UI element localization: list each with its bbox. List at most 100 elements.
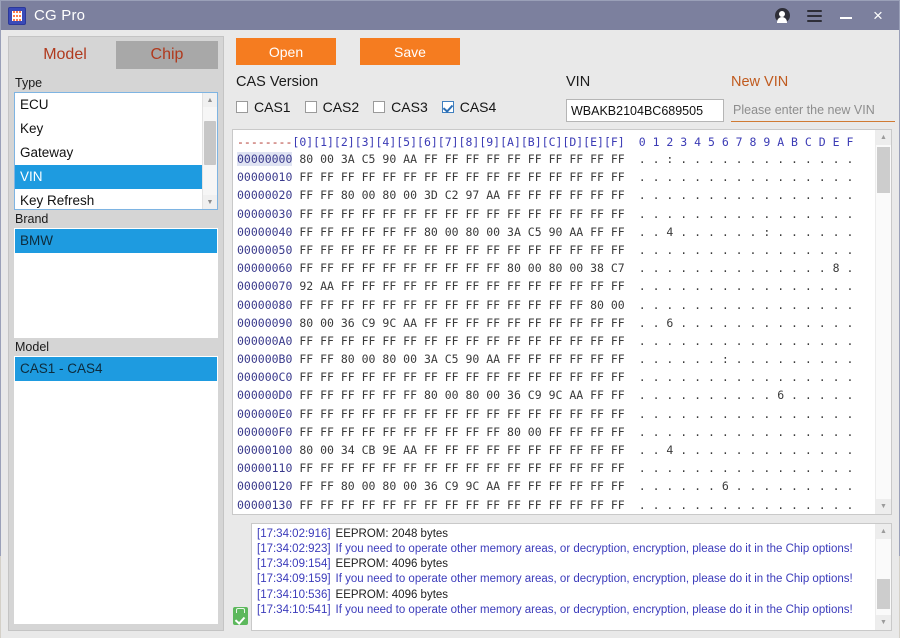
hex-row[interactable]: 00000090 80 00 36 C9 9C AA FF FF FF FF F… [237,314,625,332]
open-button[interactable]: Open [236,38,336,65]
scroll-track[interactable] [876,539,891,615]
hex-row[interactable]: 00000010 FF FF FF FF FF FF FF FF FF FF F… [237,168,625,186]
hex-offset: 000000B0 [237,352,292,366]
type-listbox[interactable]: ECU Key Gateway VIN Key Refresh ▲ ▼ [14,92,218,210]
ascii-row[interactable]: . . . . . . . . . . . . . . 8 . [639,259,854,277]
brand-listbox[interactable]: BMW [14,228,218,338]
ascii-column-header: 0 1 2 3 4 5 6 7 8 9 A B C D E F [639,134,854,150]
scroll-up-icon[interactable]: ▲ [203,93,217,107]
menu-button[interactable] [805,7,823,25]
ascii-row[interactable]: . . . . . . . . . . . . . . . . [639,205,854,223]
hex-offset: 00000080 [237,298,292,312]
hex-offset: 000000E0 [237,407,292,421]
ascii-row[interactable]: . . . . . . . . . . . . . . . . [639,496,854,514]
hex-row[interactable]: 00000130 FF FF FF FF FF FF FF FF FF FF F… [237,496,625,514]
scroll-up-icon[interactable]: ▲ [876,130,891,145]
ascii-row[interactable]: . . . . . . : . . . . . . . . . [639,350,854,368]
hex-scrollbar[interactable]: ▲ ▼ [875,130,891,514]
list-item[interactable]: Key Refresh [15,189,202,209]
hex-row[interactable]: 00000060 FF FF FF FF FF FF FF FF FF FF 8… [237,259,625,277]
ascii-row[interactable]: . . 4 . . . . . . . . . . . . . [639,441,854,459]
hex-row[interactable]: 00000080 FF FF FF FF FF FF FF FF FF FF F… [237,296,625,314]
hex-offset: 00000070 [237,279,292,293]
tab-chip[interactable]: Chip [116,41,218,69]
hex-offset: 000000F0 [237,425,292,439]
ascii-row[interactable]: . . . . . . . . . . . . . . . . [639,241,854,259]
checkbox-cas3[interactable]: CAS3 [373,99,428,115]
hex-row[interactable]: 00000020 FF FF 80 00 80 00 3D C2 97 AA F… [237,186,625,204]
scroll-down-icon[interactable]: ▼ [876,615,891,630]
log-panel[interactable]: [17:34:02:916]EEPROM: 2048 bytes[17:34:0… [251,523,892,631]
ascii-row[interactable]: . . . . . . . . . . . . . . . . [639,277,854,295]
scroll-up-icon[interactable]: ▲ [876,524,891,539]
scroll-track[interactable] [203,107,217,195]
ascii-row[interactable]: . . . . . . . . . . . . . . . . [639,459,854,477]
new-vin-input[interactable] [731,99,895,122]
scroll-thumb[interactable] [877,579,890,609]
hex-bytes: FF FF FF FF FF FF FF FF FF FF FF FF FF F… [292,498,624,512]
hex-offset: 000000A0 [237,334,292,348]
list-item-selected[interactable]: VIN [15,165,202,189]
minimize-button[interactable] [837,7,855,25]
hex-row[interactable]: 00000110 FF FF FF FF FF FF FF FF FF FF F… [237,459,625,477]
hex-bytes: FF FF FF FF FF FF FF FF FF FF FF FF FF F… [292,370,624,384]
app-body: Model Chip Type ECU Key Gateway VIN Key … [1,30,899,638]
close-button[interactable]: × [869,7,887,25]
log-scrollbar[interactable]: ▲ ▼ [875,524,891,630]
model-label: Model [15,340,218,354]
hex-row[interactable]: 00000100 80 00 34 CB 9E AA FF FF FF FF F… [237,441,625,459]
list-item-selected[interactable]: BMW [15,229,217,253]
hex-row[interactable]: 000000A0 FF FF FF FF FF FF FF FF FF FF F… [237,332,625,350]
checkbox-cas2[interactable]: CAS2 [305,99,360,115]
ascii-row[interactable]: . . . . . . . . . . . . . . . . [639,168,854,186]
list-item[interactable]: Key [15,117,202,141]
hex-row[interactable]: 000000D0 FF FF FF FF FF FF 80 00 80 00 3… [237,386,625,404]
ascii-row[interactable]: . . 6 . . . . . . . . . . . . . [639,314,854,332]
model-listbox[interactable]: CAS1 - CAS4 [14,356,218,624]
hex-row[interactable]: 000000B0 FF FF 80 00 80 00 3A C5 90 AA F… [237,350,625,368]
ascii-row[interactable]: . . 4 . . . . . . : . . . . . . [639,223,854,241]
scroll-down-icon[interactable]: ▼ [876,499,891,514]
list-item[interactable]: ECU [15,93,202,117]
cas-version-group: CAS Version CAS1 CAS2 CAS3 [236,74,566,115]
hex-viewer[interactable]: --------[0][1][2][3][4][5][6][7][8][9][A… [232,129,892,515]
hex-bytes: FF FF 80 00 80 00 36 C9 9C AA FF FF FF F… [292,479,624,493]
account-button[interactable] [773,7,791,25]
hex-offset: 00000030 [237,207,292,221]
ascii-row[interactable]: . . . . . . . . . . . . . . . . [639,423,854,441]
list-item[interactable]: Gateway [15,141,202,165]
scroll-down-icon[interactable]: ▼ [203,195,217,209]
checkbox-cas4[interactable]: CAS4 [442,99,497,115]
ascii-row[interactable]: . . . . . . . . . . . . . . . . [639,332,854,350]
hex-row[interactable]: 00000040 FF FF FF FF FF FF 80 00 80 00 3… [237,223,625,241]
hex-row[interactable]: 00000070 92 AA FF FF FF FF FF FF FF FF F… [237,277,625,295]
hex-offset: 00000050 [237,243,292,257]
checkbox-label: CAS2 [323,99,360,115]
vin-group: VIN [566,74,731,122]
hex-row[interactable]: 000000F0 FF FF FF FF FF FF FF FF FF FF 8… [237,423,625,441]
hex-row[interactable]: 000000E0 FF FF FF FF FF FF FF FF FF FF F… [237,405,625,423]
log-lines: [17:34:02:916]EEPROM: 2048 bytes[17:34:0… [252,524,875,630]
ascii-row[interactable]: . . . . . . . . . . 6 . . . . . [639,386,854,404]
type-scrollbar[interactable]: ▲ ▼ [202,93,217,209]
checkbox-cas1[interactable]: CAS1 [236,99,291,115]
list-item-selected[interactable]: CAS1 - CAS4 [15,357,217,381]
scroll-thumb[interactable] [877,147,890,193]
ascii-row[interactable]: . . . . . . . . . . . . . . . . [639,186,854,204]
hex-row[interactable]: 00000000 80 00 3A C5 90 AA FF FF FF FF F… [237,150,625,168]
hex-row[interactable]: 00000120 FF FF 80 00 80 00 36 C9 9C AA F… [237,477,625,495]
tab-model[interactable]: Model [14,41,116,69]
ascii-row[interactable]: . . . . . . 6 . . . . . . . . . [639,477,854,495]
vin-input[interactable] [566,99,724,122]
ascii-row[interactable]: . . . . . . . . . . . . . . . . [639,296,854,314]
scroll-track[interactable] [876,145,891,499]
hex-row[interactable]: 00000030 FF FF FF FF FF FF FF FF FF FF F… [237,205,625,223]
ascii-row[interactable]: . . . . . . . . . . . . . . . . [639,405,854,423]
hex-row[interactable]: 000000C0 FF FF FF FF FF FF FF FF FF FF F… [237,368,625,386]
ascii-row[interactable]: . . . . . . . . . . . . . . . . [639,368,854,386]
save-button[interactable]: Save [360,38,460,65]
hex-row[interactable]: 00000050 FF FF FF FF FF FF FF FF FF FF F… [237,241,625,259]
hex-header-row: --------[0][1][2][3][4][5][6][7][8][9][A… [237,134,625,150]
ascii-row[interactable]: . . : . . . . . . . . . . . . . [639,150,854,168]
scroll-thumb[interactable] [204,121,216,165]
